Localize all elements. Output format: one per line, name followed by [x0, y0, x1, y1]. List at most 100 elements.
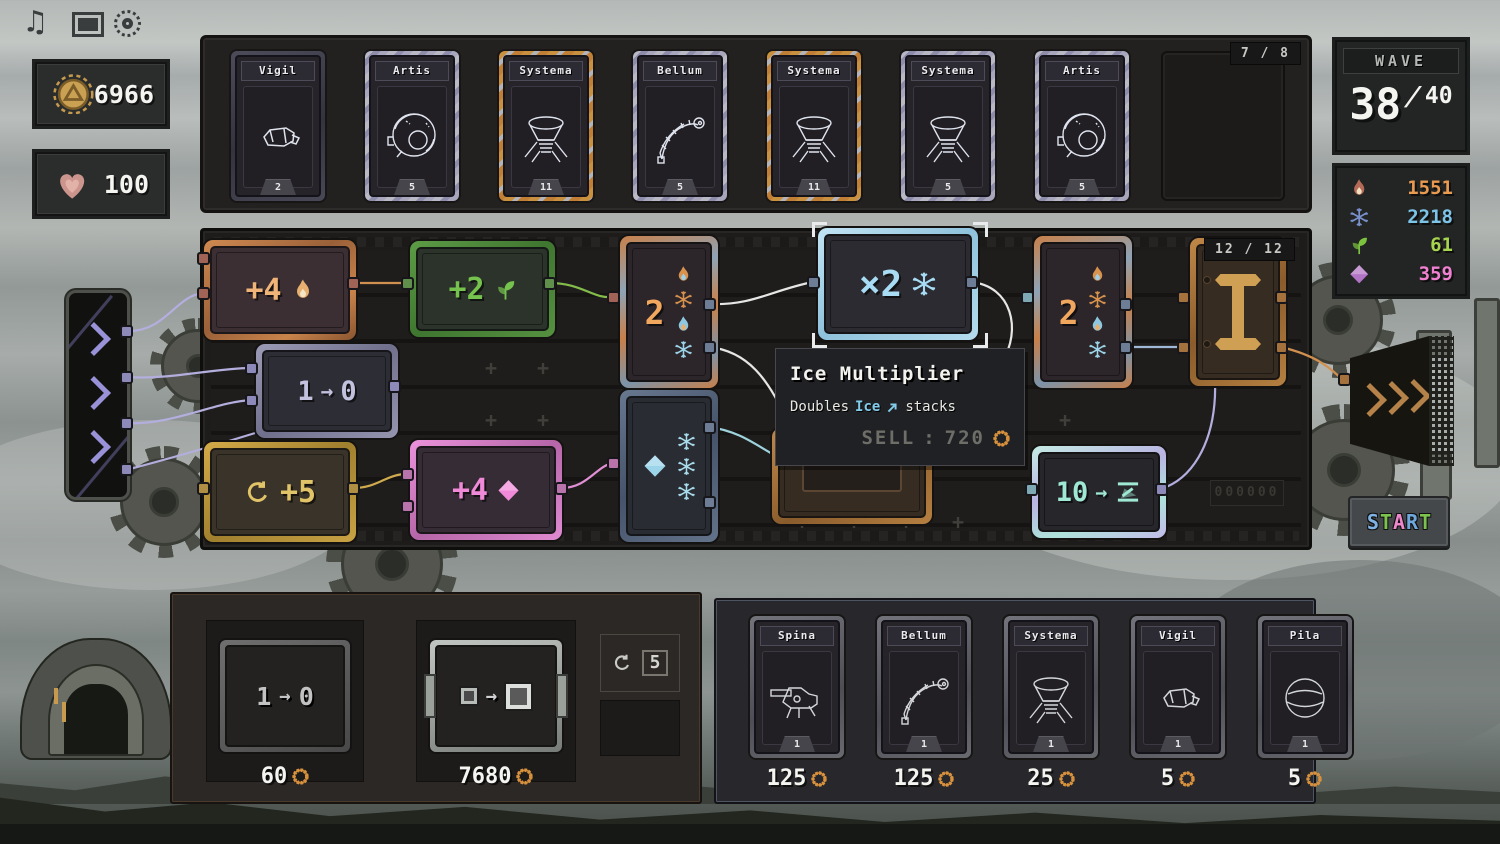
fire-icon	[291, 278, 315, 302]
growth-value: 61	[1430, 234, 1453, 256]
systema-art-icon	[779, 86, 849, 188]
snowflake-icon	[677, 482, 696, 501]
reroll-counter[interactable]: 5	[600, 634, 680, 692]
card-stack-icon	[1114, 478, 1142, 506]
start-button[interactable]: S T A R T	[1348, 496, 1450, 548]
bellum-art-icon	[645, 86, 715, 188]
sprout-icon	[494, 278, 517, 301]
board-card-stack-b[interactable]: 2	[1034, 236, 1132, 388]
hand-card-systema[interactable]: Systema 5	[901, 51, 995, 201]
fire-icon	[1088, 265, 1107, 284]
resource-ice: 2218	[1349, 206, 1453, 228]
reroll-loop-icon	[244, 479, 271, 506]
diamond-value: 359	[1419, 263, 1453, 285]
wave-slash: /	[1401, 82, 1424, 112]
card-tooltip: Ice Multiplier Doubles Ice stacks SELL :…	[775, 348, 1025, 466]
snowflake-icon	[911, 271, 937, 297]
arrow-right-icon: →	[321, 379, 334, 403]
artis-art-icon	[377, 86, 447, 188]
hand-card-systema[interactable]: Systema 11	[767, 51, 861, 201]
snowflake-icon	[1088, 290, 1107, 309]
card-shop-panel: Spina 1 Bellum 1 Systema 1 Vigil 1	[714, 598, 1316, 804]
snowflake-icon	[1088, 340, 1107, 359]
upgrade-item-card-upgrade[interactable]: →	[430, 640, 562, 752]
shop-price: 5	[1131, 766, 1225, 791]
board-card-diamond-bonus[interactable]: +4	[410, 440, 562, 540]
odometer-decoration: 000000	[1210, 480, 1284, 506]
machinery-block	[1474, 298, 1500, 468]
shop-price: 25	[1004, 766, 1098, 791]
shop-card-bellum[interactable]: Bellum 1	[877, 616, 971, 758]
hand-card-artis[interactable]: Artis 5	[365, 51, 459, 201]
resource-diamond: 359	[1349, 263, 1453, 285]
snowflake-icon	[677, 457, 696, 476]
sprout-icon	[1349, 235, 1369, 255]
coin-icon	[1306, 771, 1322, 787]
upgrade-price: 7680	[416, 764, 576, 789]
music-icon[interactable]: ♫	[26, 4, 45, 40]
snowflake-icon	[674, 290, 693, 309]
ibeam-icon	[1215, 274, 1261, 350]
fire-icon	[1349, 178, 1369, 198]
hand-card-vigil[interactable]: Vigil 2	[231, 51, 325, 201]
hand-card-bellum[interactable]: Bellum 5	[633, 51, 727, 201]
board-card-ten-convert[interactable]: 10 →	[1032, 446, 1166, 538]
settings-gear-icon[interactable]	[114, 10, 141, 37]
coins-value: 6966	[94, 80, 154, 109]
board-card-fire-bonus[interactable]: +4	[204, 240, 356, 340]
shop-card-pila[interactable]: Pila 1	[1258, 616, 1352, 758]
ground-strip	[0, 824, 1500, 844]
refresh-icon	[612, 653, 632, 673]
fire-icon	[674, 265, 693, 284]
coin-medal-icon	[53, 74, 94, 115]
shop-card-vigil[interactable]: Vigil 1	[1131, 616, 1225, 758]
board-card-reroll-bonus[interactable]: +5	[204, 442, 356, 542]
resources-panel: 1551 2218 61 359	[1335, 166, 1467, 296]
spina-art-icon	[762, 651, 832, 745]
shop-price: 125	[750, 766, 844, 791]
fire-icon	[1088, 315, 1107, 334]
shop-card-spina[interactable]: Spina 1	[750, 616, 844, 758]
coins-panel: 6966	[35, 62, 167, 126]
coin-icon	[1059, 771, 1075, 787]
vigil-art-icon	[243, 86, 313, 188]
hand-counter: 7 / 8	[1230, 42, 1301, 65]
coin-icon	[1179, 771, 1195, 787]
systema-art-icon	[913, 86, 983, 188]
hand-empty-slot[interactable]	[1161, 51, 1285, 201]
hand-card-artis[interactable]: Artis 5	[1035, 51, 1129, 201]
board-card-ice-multiplier[interactable]: ×2	[818, 228, 978, 340]
arrow-right-icon: →	[1095, 480, 1107, 504]
board-card-stack-a[interactable]: 2	[620, 236, 718, 388]
coin-icon	[993, 430, 1010, 447]
arrow-right-icon: →	[279, 685, 290, 707]
wave-current: 38	[1349, 80, 1401, 130]
shop-card-systema[interactable]: Systema 1	[1004, 616, 1098, 758]
vigil-art-icon	[1143, 651, 1213, 745]
heart-icon	[53, 165, 91, 203]
empty-upgrade-slot	[600, 700, 680, 756]
coin-icon	[292, 768, 309, 785]
upgrade-price: 60	[206, 764, 364, 789]
arrow-up-right-icon	[886, 401, 899, 414]
upgrade-shop-panel: 1 → 0 → 60 7680 5	[170, 592, 702, 804]
board-card-diamond-ice[interactable]	[620, 390, 718, 542]
upgrade-item-one-to-zero[interactable]: 1 → 0	[220, 640, 350, 752]
coin-icon	[938, 771, 954, 787]
display-icon[interactable]	[72, 12, 104, 37]
health-panel: 100	[35, 152, 167, 216]
snowflake-icon	[674, 340, 693, 359]
output-funnel	[1350, 336, 1454, 466]
systema-art-icon	[1016, 651, 1086, 745]
board-card-one-to-zero[interactable]: 1 → 0	[256, 344, 398, 438]
artis-art-icon	[1047, 86, 1117, 188]
snowflake-icon	[1349, 207, 1369, 227]
pila-art-icon	[1270, 651, 1340, 745]
sell-row: SELL : 720	[790, 427, 1010, 449]
hand-card-systema[interactable]: Systema 11	[499, 51, 593, 201]
tooltip-title: Ice Multiplier	[790, 363, 1010, 385]
shop-price: 5	[1258, 766, 1352, 791]
board-card-growth-bonus[interactable]: +2	[410, 241, 555, 337]
hand-tray: 7 / 8 Vigil 2 Artis 5 Systema 11	[200, 35, 1312, 213]
health-value: 100	[104, 170, 149, 199]
